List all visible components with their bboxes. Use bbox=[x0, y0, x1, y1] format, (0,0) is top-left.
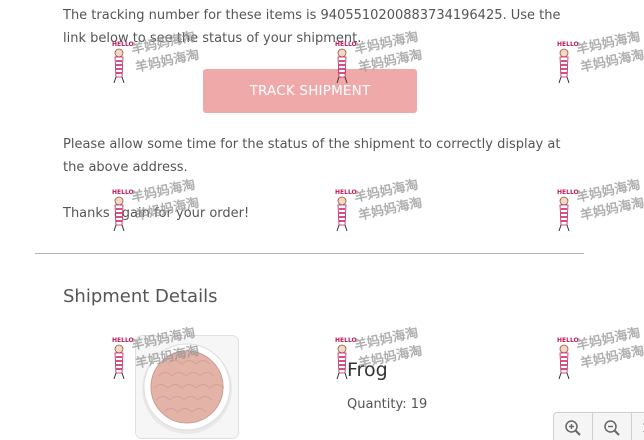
shipment-details-title: Shipment Details bbox=[63, 286, 218, 307]
watermark-text: 羊妈妈海淘 bbox=[579, 343, 644, 372]
track-shipment-button[interactable]: TRACK SHIPMENT bbox=[203, 69, 417, 113]
watermark-text: 羊妈妈海淘 bbox=[575, 29, 642, 58]
watermark-logo: HELLO 羊妈妈海淘 羊妈妈海淘 bbox=[553, 177, 644, 235]
quantity-label: Quantity: bbox=[347, 397, 407, 412]
svg-text:HELLO: HELLO bbox=[557, 337, 579, 344]
watermark-text: 羊妈妈海淘 bbox=[575, 177, 642, 206]
watermark-logo: HELLO 羊妈妈海淘 羊妈妈海淘 bbox=[553, 29, 644, 87]
watermark-text: 羊妈妈海淘 bbox=[579, 195, 644, 224]
eyeshadow-pan-image bbox=[136, 336, 238, 438]
tracking-paragraph: The tracking number for these items is 9… bbox=[63, 8, 561, 46]
zoom-out-button[interactable] bbox=[593, 413, 632, 440]
zoom-in-icon bbox=[565, 420, 581, 436]
zoom-in-button[interactable] bbox=[554, 413, 593, 440]
watermark-text: 羊妈妈海淘 bbox=[353, 325, 420, 354]
zoom-level: 1 bbox=[632, 413, 644, 440]
zoom-controls: 1 bbox=[553, 412, 644, 440]
zoom-out-icon bbox=[604, 420, 620, 436]
quantity-value: 19 bbox=[410, 397, 428, 412]
product-image bbox=[135, 335, 239, 439]
watermark-text: 羊妈妈海淘 bbox=[134, 47, 201, 76]
thanks-message: Thanks again for your order! bbox=[63, 206, 250, 221]
watermark-text: 羊妈妈海淘 bbox=[579, 47, 644, 76]
svg-text:HELLO: HELLO bbox=[335, 337, 357, 344]
product-quantity: Quantity: 19 bbox=[347, 397, 427, 412]
svg-text:HELLO: HELLO bbox=[112, 189, 134, 196]
divider bbox=[35, 253, 584, 254]
status-note: Please allow some time for the status of… bbox=[63, 137, 561, 175]
svg-text:HELLO: HELLO bbox=[557, 189, 579, 196]
svg-text:HELLO: HELLO bbox=[112, 337, 134, 344]
product-name: Frog bbox=[347, 359, 388, 381]
watermark-text: 羊妈妈海淘 bbox=[575, 325, 642, 354]
watermark-logo: HELLO 羊妈妈海淘 羊妈妈海淘 bbox=[553, 325, 644, 383]
svg-text:HELLO: HELLO bbox=[335, 189, 357, 196]
